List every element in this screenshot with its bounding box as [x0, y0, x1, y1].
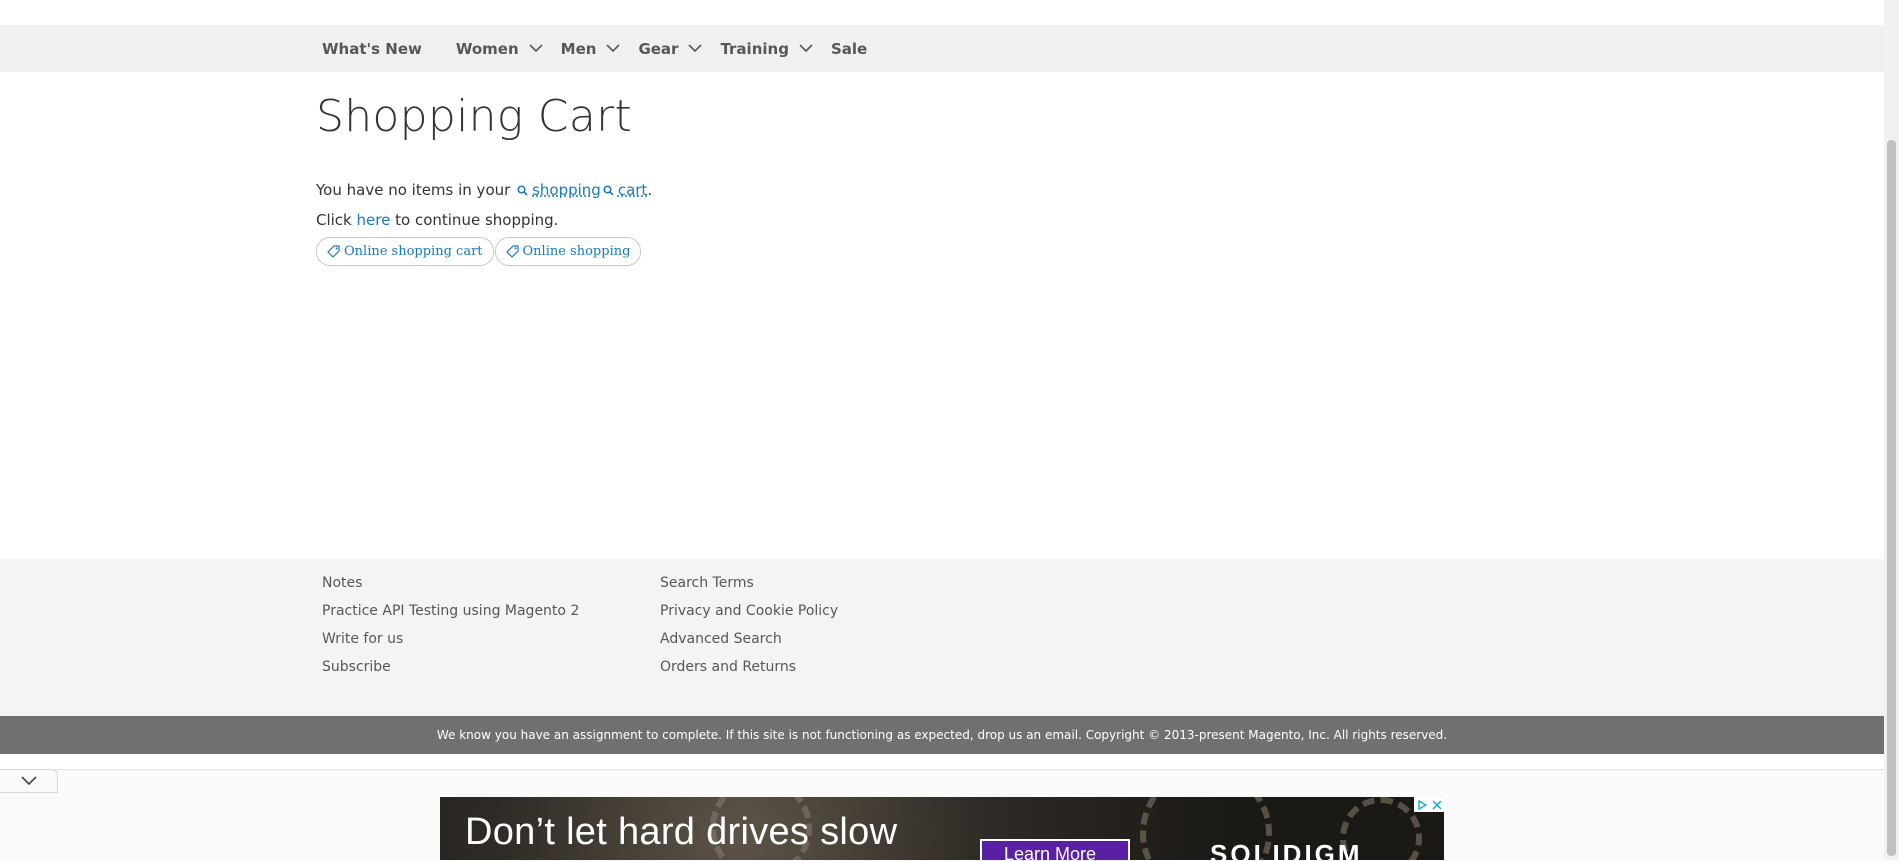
- main-navigation-bar: What's New Women Men Gear Training Sale: [0, 25, 1884, 72]
- scrollbar-thumb[interactable]: [1887, 140, 1896, 856]
- chip-label: Online shopping: [522, 244, 631, 259]
- ad-badges: [1414, 797, 1444, 812]
- nav-item-whats-new[interactable]: What's New: [322, 40, 422, 58]
- tag-icon: [327, 245, 340, 258]
- chevron-down-icon: [20, 776, 37, 786]
- chip-online-shopping-cart[interactable]: Online shopping cart: [316, 237, 494, 266]
- footer-link-practice-api-testing[interactable]: Practice API Testing using Magento 2: [322, 597, 579, 625]
- keyword-link-label: cart: [617, 181, 648, 199]
- keyword-chips: Online shopping cart Online shopping: [316, 237, 642, 266]
- header-top-strip: [0, 0, 1884, 26]
- continue-suffix: to continue shopping.: [395, 211, 559, 229]
- nav-item-men[interactable]: Men: [561, 40, 621, 58]
- search-icon: [517, 185, 528, 196]
- nav-item-label: Sale: [830, 39, 868, 58]
- nav-item-training[interactable]: Training: [720, 39, 813, 58]
- nav-item-label: What's New: [322, 39, 422, 58]
- close-icon[interactable]: [1429, 797, 1444, 812]
- chip-online-shopping[interactable]: Online shopping: [494, 237, 642, 266]
- chevron-down-icon: [606, 44, 621, 53]
- main-navigation: What's New Women Men Gear Training Sale: [322, 25, 901, 72]
- copyright-bar: We know you have an assignment to comple…: [0, 716, 1884, 754]
- copyright-text: We know you have an assignment to comple…: [436, 728, 1448, 742]
- ad-collapse-toggle[interactable]: [0, 769, 58, 793]
- empty-cart-period: .: [647, 181, 653, 199]
- search-icon: [603, 185, 614, 196]
- nav-item-women[interactable]: Women: [456, 40, 543, 58]
- continue-shopping-link[interactable]: here: [357, 211, 391, 229]
- chevron-down-icon: [799, 44, 813, 53]
- keyword-link-cart[interactable]: cart: [601, 181, 648, 199]
- ad-brand-logo: SOLIDIGM: [1210, 839, 1363, 860]
- ad-headline: Don’t let hard drives slow: [465, 811, 898, 853]
- ad-learn-more-button[interactable]: Learn More: [980, 839, 1130, 860]
- chip-label: Online shopping cart: [344, 244, 483, 259]
- nav-item-label: Women: [455, 39, 519, 58]
- continue-shopping-message: Click here to continue shopping.: [316, 211, 558, 229]
- nav-item-label: Men: [560, 39, 597, 58]
- continue-prefix: Click: [316, 211, 352, 229]
- footer-links-column-1: Notes Practice API Testing using Magento…: [322, 569, 579, 681]
- footer-link-orders-returns[interactable]: Orders and Returns: [660, 653, 838, 681]
- advertisement-banner[interactable]: Don’t let hard drives slow Learn More SO…: [440, 797, 1444, 860]
- chevron-down-icon: [688, 44, 703, 53]
- keyword-link-shopping[interactable]: shopping: [515, 181, 601, 199]
- footer-link-search-terms[interactable]: Search Terms: [660, 569, 838, 597]
- tag-icon: [505, 245, 519, 258]
- footer-link-advanced-search[interactable]: Advanced Search: [660, 625, 838, 653]
- footer-link-notes[interactable]: Notes: [322, 569, 579, 597]
- nav-item-label: Training: [720, 39, 789, 58]
- footer-link-privacy-cookie-policy[interactable]: Privacy and Cookie Policy: [660, 597, 838, 625]
- empty-cart-message: You have no items in your shopping cart.: [316, 181, 652, 199]
- chevron-down-icon: [529, 44, 543, 53]
- footer-link-subscribe[interactable]: Subscribe: [322, 653, 579, 681]
- nav-item-gear[interactable]: Gear: [638, 39, 703, 58]
- page-title: Shopping Cart: [316, 91, 633, 142]
- footer: Notes Practice API Testing using Magento…: [0, 559, 1884, 716]
- footer-link-write-for-us[interactable]: Write for us: [322, 625, 579, 653]
- adchoices-icon[interactable]: [1414, 797, 1429, 812]
- nav-item-sale[interactable]: Sale: [831, 40, 867, 58]
- page-scrollbar[interactable]: [1884, 0, 1899, 860]
- keyword-link-label: shopping: [532, 181, 601, 199]
- nav-item-label: Gear: [638, 39, 679, 58]
- empty-cart-text: You have no items in your: [316, 181, 511, 199]
- footer-links-column-2: Search Terms Privacy and Cookie Policy A…: [660, 569, 838, 681]
